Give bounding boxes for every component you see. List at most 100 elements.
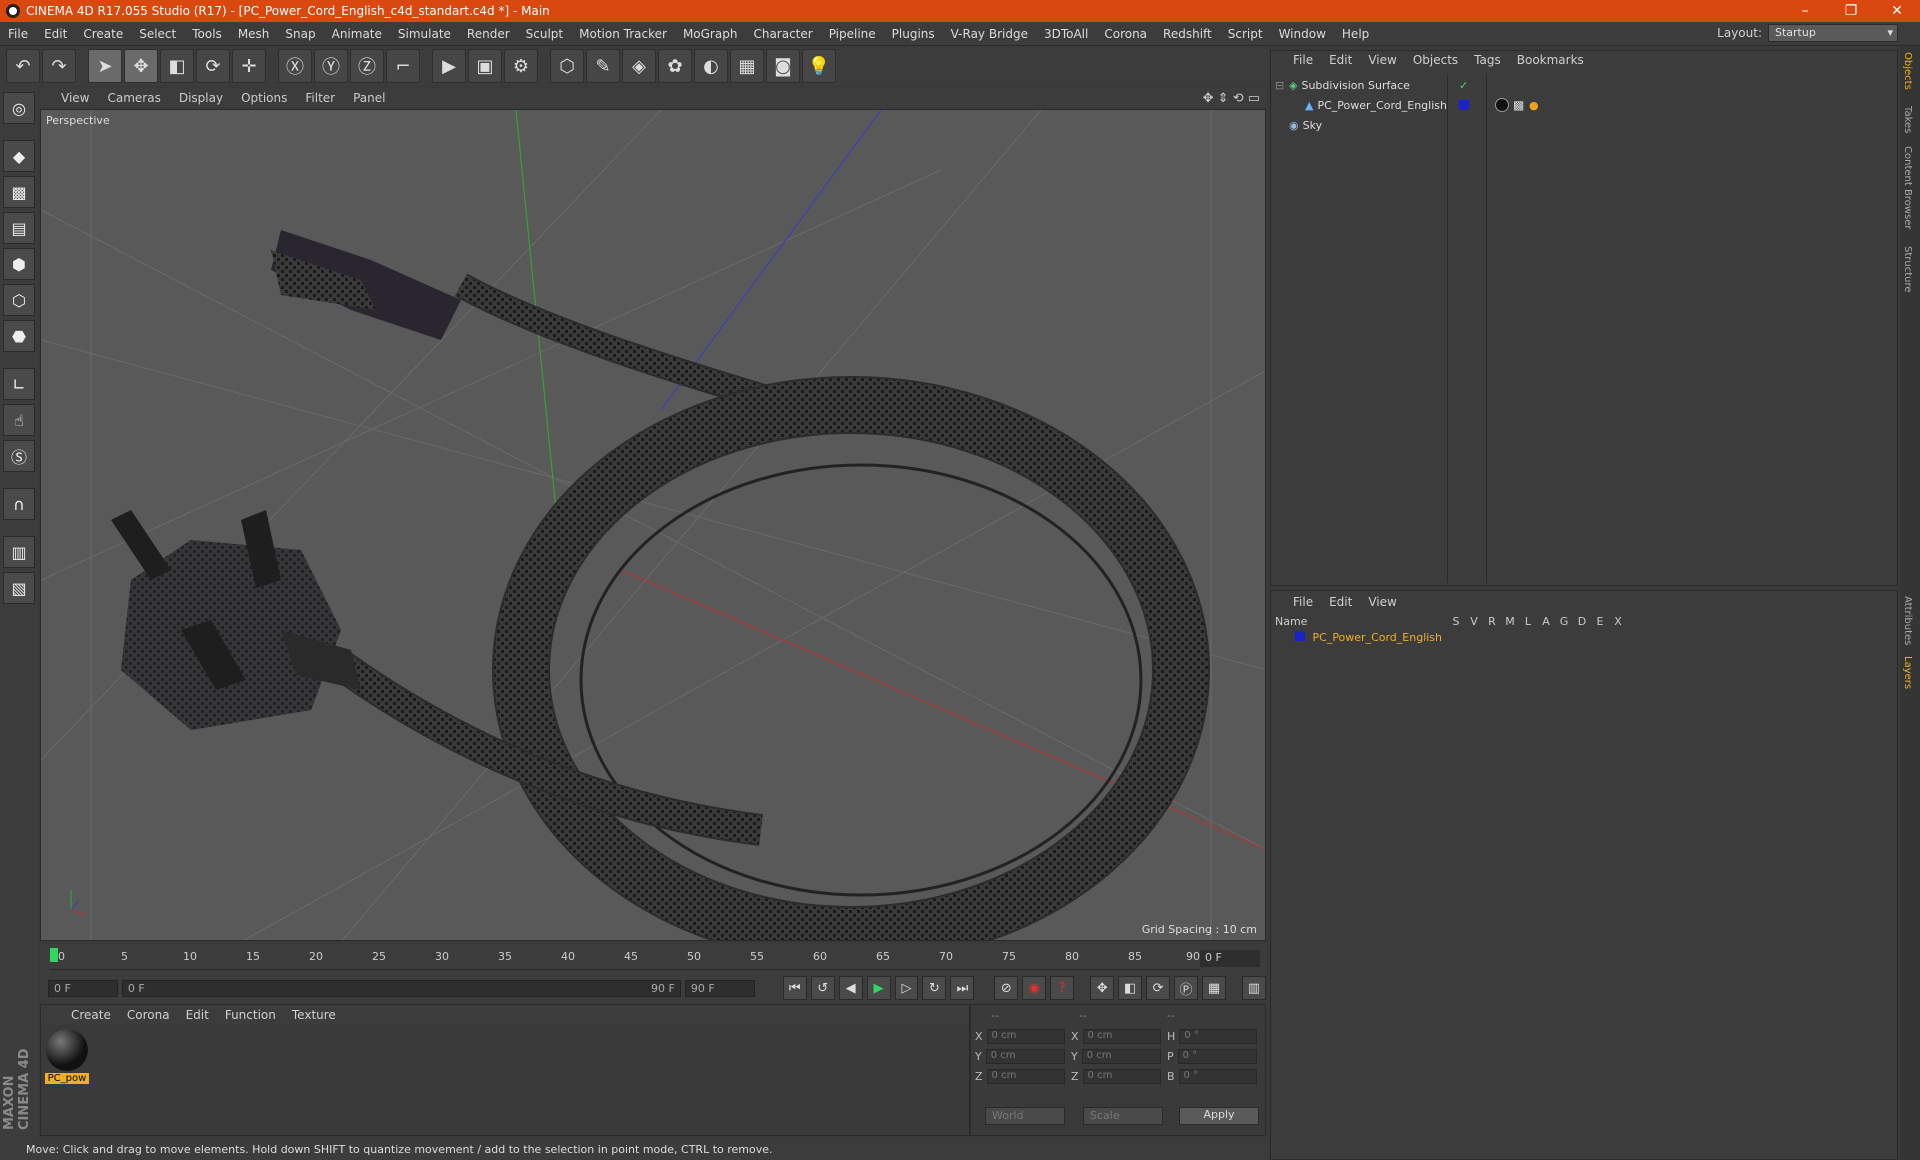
collapse-icon[interactable]: ⊟ [1275,79,1289,92]
material-tag-icon[interactable] [1495,98,1509,112]
position-z-field[interactable]: 0 cm [986,1069,1065,1084]
minimize-button[interactable]: – [1782,3,1828,19]
play-icon[interactable]: ▶ [866,976,891,1000]
menu-edit[interactable]: Edit [36,27,75,41]
layer-name[interactable]: PC_Power_Cord_English [1313,631,1443,644]
size-y-field[interactable]: 0 cm [1081,1049,1161,1064]
rotation-p-field[interactable]: 0 ° [1177,1049,1257,1064]
layer-menu-edit[interactable]: Edit [1321,595,1360,609]
close-button[interactable]: ✕ [1874,3,1920,19]
deformer-icon[interactable]: ◐ [694,49,728,83]
menu-snap[interactable]: Snap [277,27,323,41]
menu-redshift[interactable]: Redshift [1155,27,1220,41]
render-settings-icon[interactable]: ⚙ [504,49,538,83]
key-position-icon[interactable]: ✥ [1090,976,1115,1000]
start-frame-field[interactable]: 0 F [48,979,118,997]
current-frame-field[interactable]: 0 F [1200,950,1260,967]
menu-tools[interactable]: Tools [184,27,230,41]
rotation-h-field[interactable]: 0 ° [1179,1029,1257,1044]
menu-select[interactable]: Select [131,27,184,41]
light-bulb-icon[interactable]: 💡 [802,49,836,83]
menu-sculpt[interactable]: Sculpt [518,27,571,41]
transform-mode-dropdown[interactable]: Scale [1083,1107,1163,1125]
redo-icon[interactable]: ↷ [42,49,76,83]
subdivision-generator-icon[interactable]: ◈ [622,49,656,83]
viewport-menu-view[interactable]: View [52,91,98,105]
preview-range-slider[interactable]: 0 F 90 F [121,979,681,997]
viewport-menu-filter[interactable]: Filter [296,91,344,105]
material-menu-function[interactable]: Function [217,1008,284,1022]
z-axis-lock-icon[interactable]: Ⓩ [350,49,384,83]
object-row[interactable]: ⊟ ◈ Subdivision Surface ✓ [1275,75,1897,95]
timeline-window-icon[interactable]: ▥ [1241,976,1266,1000]
workplane-align-icon[interactable]: ▧ [3,572,35,604]
spline-pen-icon[interactable]: ✎ [586,49,620,83]
model-mode-icon[interactable]: ◆ [3,140,35,172]
workplane-lock-icon[interactable]: ▥ [3,536,35,568]
object-row[interactable]: ▲ PC_Power_Cord_English ▩ ● [1275,95,1897,115]
render-tag-icon[interactable]: ● [1529,99,1539,112]
timeline-ruler[interactable]: 0 5 10 15 20 25 30 35 40 45 50 55 60 65 … [40,944,1266,974]
previous-key-icon[interactable]: ↺ [810,976,835,1000]
object-menu-view[interactable]: View [1360,53,1404,67]
undo-icon[interactable]: ↶ [6,49,40,83]
menu-vray-bridge[interactable]: V-Ray Bridge [943,27,1036,41]
render-picture-viewer-icon[interactable]: ▣ [468,49,502,83]
menu-plugins[interactable]: Plugins [884,27,943,41]
menu-script[interactable]: Script [1220,27,1271,41]
points-mode-icon[interactable]: ⬢ [3,248,35,280]
tab-structure[interactable]: Structure [1902,246,1913,293]
workplane-mode-icon[interactable]: ▤ [3,212,35,244]
snap-icon[interactable]: Ⓢ [3,440,35,472]
key-parameter-icon[interactable]: Ⓟ [1174,976,1199,1000]
viewport-navigation-icons[interactable]: ✥ ⇕ ⟲ ▭ [1203,91,1260,106]
menu-motion-tracker[interactable]: Motion Tracker [571,27,675,41]
layer-menu-view[interactable]: View [1360,595,1404,609]
menu-simulate[interactable]: Simulate [390,27,459,41]
key-rotation-icon[interactable]: ⟳ [1146,976,1171,1000]
make-editable-icon[interactable]: ◎ [3,92,35,124]
scale-tool-icon[interactable]: ◧ [160,49,194,83]
menu-window[interactable]: Window [1271,27,1334,41]
mograph-cloner-icon[interactable]: ✿ [658,49,692,83]
menu-help[interactable]: Help [1334,27,1377,41]
key-pla-icon[interactable]: ▦ [1202,976,1226,1000]
menu-mesh[interactable]: Mesh [230,27,278,41]
frame-ruler[interactable]: 0 5 10 15 20 25 30 35 40 45 50 55 60 65 … [50,946,1200,970]
object-menu-bookmarks[interactable]: Bookmarks [1509,53,1592,67]
floor-scene-icon[interactable]: ▦ [730,49,764,83]
menu-pipeline[interactable]: Pipeline [821,27,884,41]
tab-content-browser[interactable]: Content Browser [1902,146,1913,229]
autokey-icon[interactable]: ◉ [1022,976,1047,1000]
previous-frame-icon[interactable]: ◀ [838,976,863,1000]
object-menu-tags[interactable]: Tags [1466,53,1509,67]
menu-corona[interactable]: Corona [1096,27,1155,41]
camera-icon[interactable]: ◙ [766,49,800,83]
key-scale-icon[interactable]: ◧ [1118,976,1143,1000]
material-menu-corona[interactable]: Corona [119,1008,178,1022]
object-name[interactable]: Sky [1303,119,1479,132]
render-view-icon[interactable]: ▶ [432,49,466,83]
texture-mode-icon[interactable]: ▩ [3,176,35,208]
coordinate-system-icon[interactable]: ⌐ [386,49,420,83]
tab-layers[interactable]: Layers [1902,656,1913,689]
rotation-b-field[interactable]: 0 ° [1178,1069,1257,1084]
polygons-mode-icon[interactable]: ⬣ [3,320,35,352]
layer-menu-file[interactable]: File [1285,595,1321,609]
viewport-menu-panel[interactable]: Panel [344,91,394,105]
go-to-start-icon[interactable]: ⏮ [782,976,807,1000]
magnet-icon[interactable]: ∩ [3,488,35,520]
material-swatch[interactable]: PC_pow [45,1029,89,1089]
viewport-menu-cameras[interactable]: Cameras [98,91,169,105]
layer-row[interactable]: PC_Power_Cord_English [1275,631,1895,647]
viewport-menu-display[interactable]: Display [170,91,232,105]
next-key-icon[interactable]: ↻ [922,976,947,1000]
menu-render[interactable]: Render [459,27,518,41]
size-z-field[interactable]: 0 cm [1082,1069,1161,1084]
apply-button[interactable]: Apply [1179,1107,1259,1125]
menu-mograph[interactable]: MoGraph [675,27,746,41]
axis-mode-icon[interactable]: ∟ [3,368,35,400]
maximize-button[interactable]: ❐ [1828,3,1874,19]
menu-file[interactable]: File [0,27,36,41]
coordinate-space-dropdown[interactable]: World [985,1107,1065,1125]
